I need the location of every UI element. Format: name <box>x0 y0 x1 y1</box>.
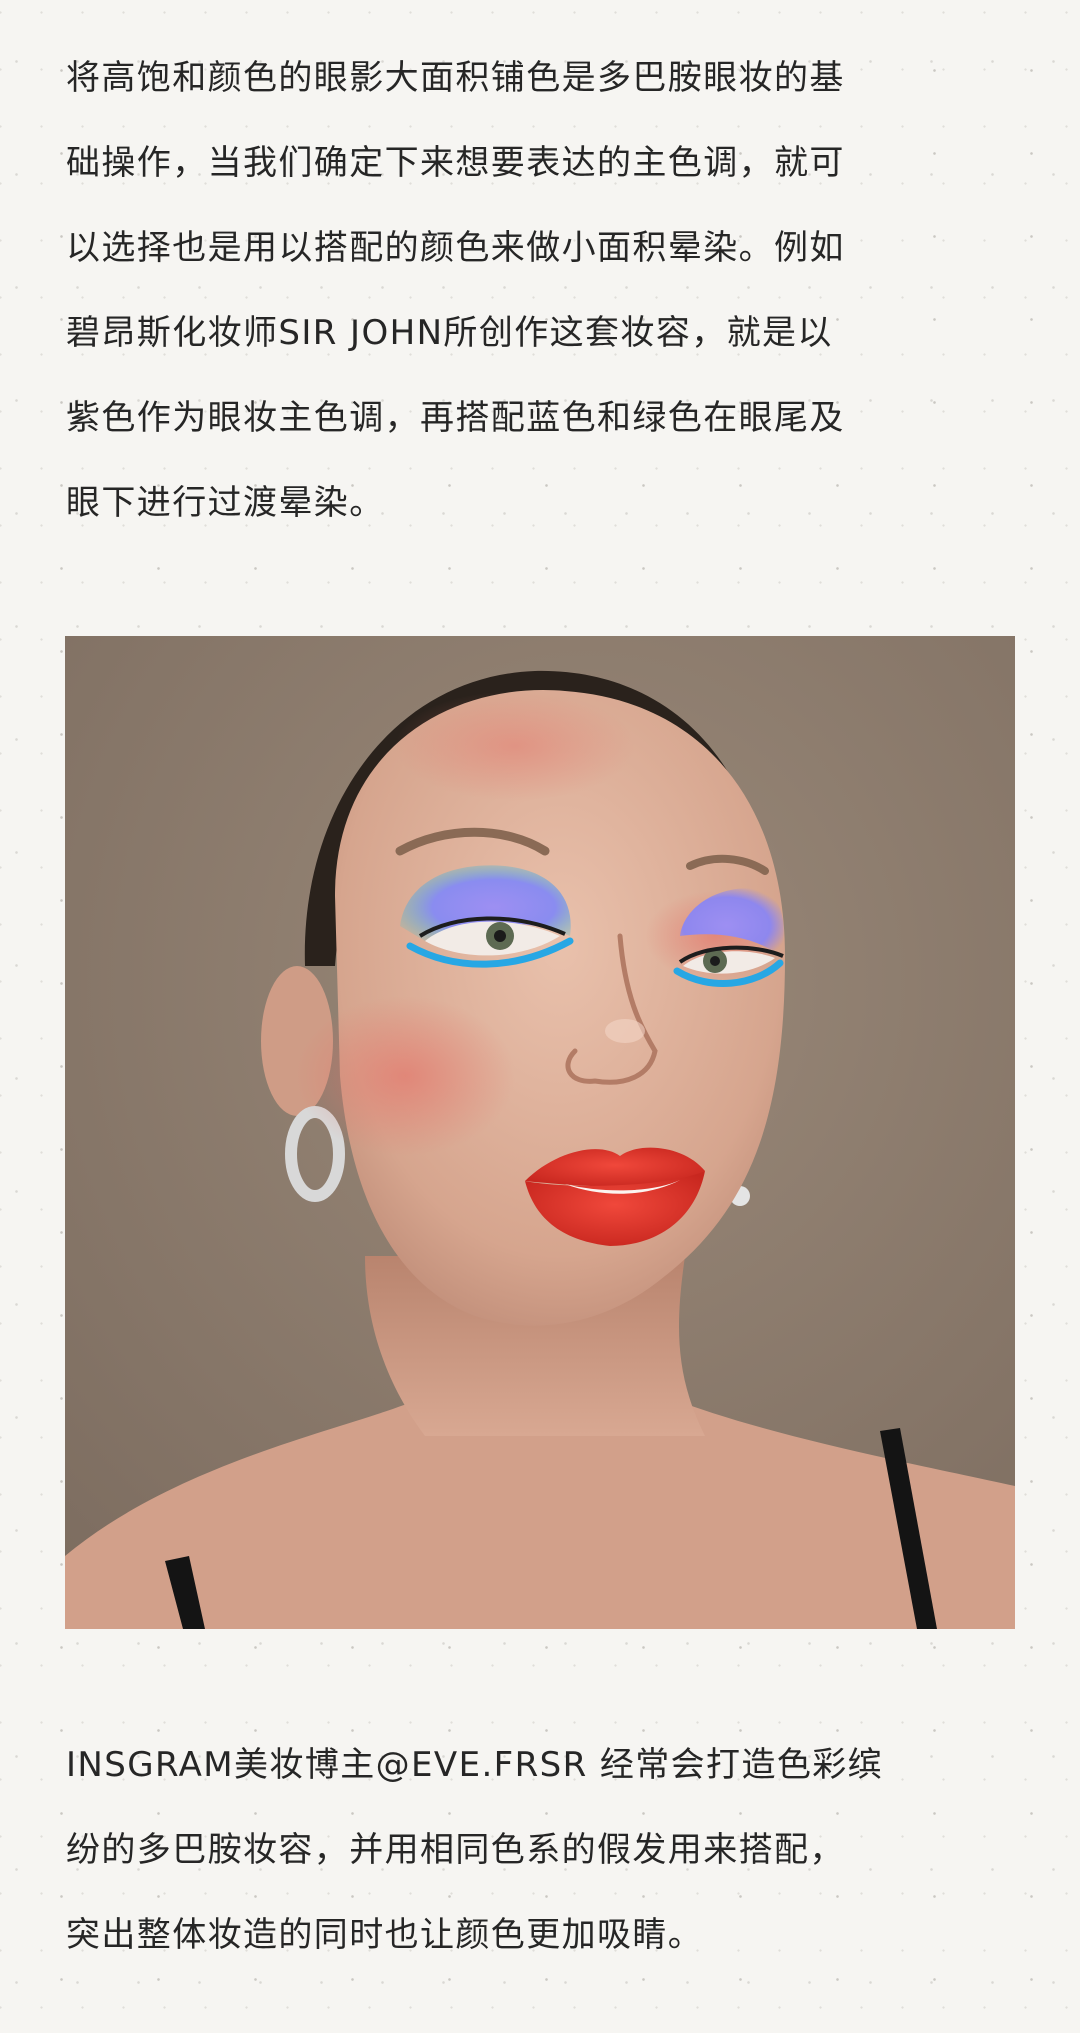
paragraph-line: 将高饱和颜色的眼影大面积铺色是多巴胺眼妆的基 <box>66 58 845 98</box>
blogger-paragraph: INSGRAM美妆博主@EVE.FRSR 经常会打造色彩缤 纷的多巴胺妆容，并用… <box>66 1723 1016 1978</box>
paragraph-line: 碧昂斯化妆师SIR JOHN所创作这套妆容，就是以 <box>66 313 833 353</box>
portrait-photo-icon <box>65 636 1015 1629</box>
paragraph-line: 紫色作为眼妆主色调，再搭配蓝色和绿色在眼尾及 <box>66 398 845 438</box>
paragraph-line: INSGRAM美妆博主@EVE.FRSR 经常会打造色彩缤 <box>66 1745 884 1785</box>
paragraph-line: 以选择也是用以搭配的颜色来做小面积晕染。例如 <box>66 228 845 268</box>
intro-paragraph: 将高饱和颜色的眼影大面积铺色是多巴胺眼妆的基 础操作，当我们确定下来想要表达的主… <box>66 36 1016 546</box>
paragraph-line: 眼下进行过渡晕染。 <box>66 483 385 523</box>
paragraph-line: 突出整体妆造的同时也让颜色更加吸睛。 <box>66 1915 704 1955</box>
makeup-portrait-photo <box>65 636 1015 1629</box>
article-body: 将高饱和颜色的眼影大面积铺色是多巴胺眼妆的基 础操作，当我们确定下来想要表达的主… <box>0 0 1080 2033</box>
paragraph-line: 纷的多巴胺妆容，并用相同色系的假发用来搭配， <box>66 1830 845 1870</box>
paragraph-line: 础操作，当我们确定下来想要表达的主色调，就可 <box>66 143 845 183</box>
